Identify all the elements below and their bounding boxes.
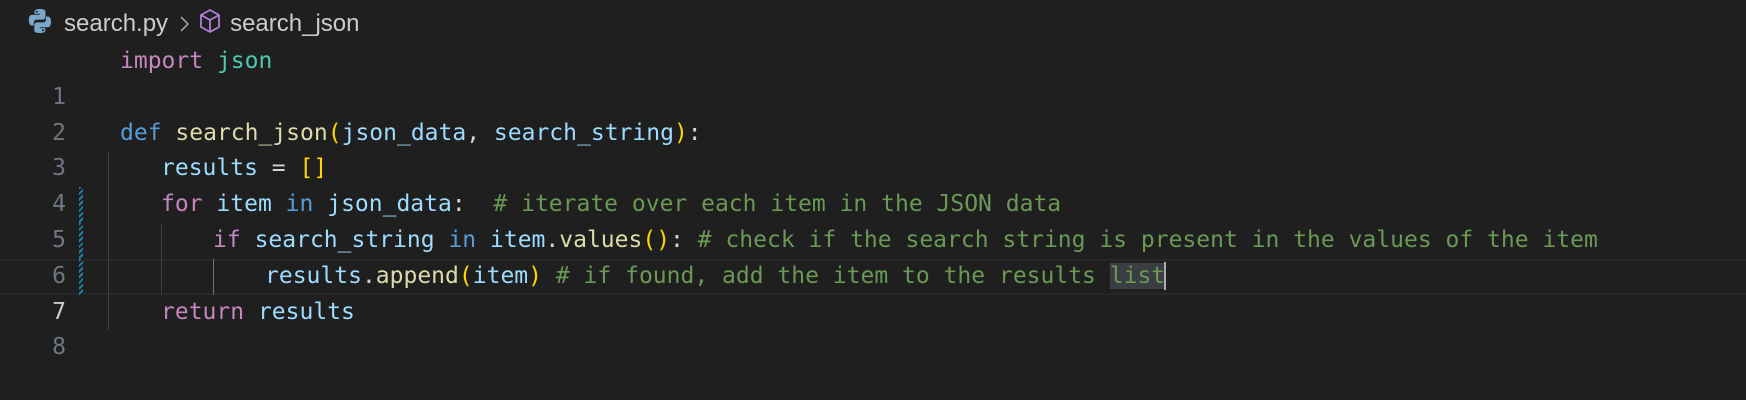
token-comment: # check if the search string is present … <box>697 226 1598 253</box>
token-punct: : <box>451 191 466 218</box>
token-function: search_json <box>175 119 328 146</box>
token-variable: item <box>490 226 546 253</box>
token-variable: search_string <box>254 226 435 253</box>
indent-guide <box>161 222 162 259</box>
token-punct: , <box>466 119 494 146</box>
token-keyword: in <box>448 226 477 253</box>
token-punct: : <box>670 226 684 253</box>
token-function: values <box>559 226 643 253</box>
code-line-current[interactable]: 7 results.append(item) # if found, add t… <box>0 258 1746 325</box>
code-editor[interactable]: search.py search_json 1 import json 2 3 … <box>0 0 1746 400</box>
chevron-right-icon <box>178 14 190 34</box>
token-bracket: ) <box>673 119 688 146</box>
code-line[interactable]: 2 <box>0 80 1746 146</box>
breadcrumb: search.py search_json <box>26 6 359 42</box>
line-content: return results <box>161 295 355 331</box>
token-variable: item <box>216 191 272 218</box>
token-function: append <box>375 262 459 289</box>
code-line[interactable]: 8 return results <box>0 294 1746 360</box>
token-keyword: import <box>120 48 204 74</box>
code-line[interactable]: 6 if search_string in item.values(): # c… <box>0 222 1746 289</box>
token-variable: results <box>265 262 362 289</box>
symbol-method-icon <box>198 8 230 41</box>
token-variable: results <box>257 298 355 325</box>
code-line[interactable]: 4 results = [] <box>0 151 1746 217</box>
breadcrumb-file-label: search.py <box>64 10 169 37</box>
modified-line-indicator[interactable] <box>79 258 83 295</box>
indent-guide <box>108 151 109 188</box>
indent-guide <box>108 258 109 295</box>
token-module: json <box>216 48 273 74</box>
text-cursor <box>1164 262 1167 291</box>
token-punct: : <box>687 119 702 146</box>
indent-guide <box>108 222 109 259</box>
modified-line-indicator[interactable] <box>79 187 83 223</box>
breadcrumb-symbol-label: search_json <box>230 10 360 37</box>
token-param: search_string <box>493 119 674 146</box>
code-line[interactable]: 5 for item in json_data: # iterate over … <box>0 187 1746 253</box>
line-number: 8 <box>52 334 66 361</box>
token-bracket: () <box>642 226 671 253</box>
line-content: import json <box>120 44 272 80</box>
token-bracket: ) <box>528 262 542 289</box>
line-content: for item in json_data: # iterate over ea… <box>161 187 1061 223</box>
token-keyword: in <box>285 191 314 218</box>
token-bracket: ( <box>458 262 473 289</box>
breadcrumb-file[interactable]: search.py <box>26 7 168 42</box>
python-icon <box>26 7 64 42</box>
token-bracket: ( <box>327 119 342 146</box>
line-content: results = [] <box>161 151 327 187</box>
token-keyword: for <box>161 191 203 218</box>
token-keyword: if <box>213 226 241 253</box>
indent-guide <box>161 258 162 295</box>
token-variable: item <box>472 262 529 289</box>
modified-line-indicator[interactable] <box>79 222 83 259</box>
token-bracket: [] <box>299 155 328 182</box>
word-highlight: list <box>1109 262 1166 289</box>
line-content: if search_string in item.values(): # che… <box>213 223 1598 259</box>
breadcrumb-symbol[interactable]: search_json <box>198 8 359 41</box>
code-line[interactable]: 3 def search_json(json_data, search_stri… <box>0 116 1746 182</box>
token-keyword: return <box>161 298 245 325</box>
token-param: json_data <box>341 119 467 146</box>
code-area[interactable]: 1 import json 2 3 def search_json(json_d… <box>0 44 1746 360</box>
token-variable: json_data <box>327 191 452 218</box>
token-variable: results <box>161 155 258 182</box>
indent-guide <box>108 294 109 331</box>
indent-guide <box>108 187 109 223</box>
indent-guide-active <box>213 258 214 295</box>
token-operator: = <box>257 155 300 182</box>
token-punct: . <box>361 262 376 289</box>
token-comment: # iterate over each item in the JSON dat… <box>493 191 1062 218</box>
code-line[interactable]: 1 import json <box>0 44 1746 110</box>
token-comment: # if found, add the item to the results <box>555 262 1110 289</box>
line-content: def search_json(json_data, search_string… <box>120 116 702 152</box>
token-punct: . <box>545 226 560 253</box>
token-keyword: def <box>120 119 162 146</box>
line-content: results.append(item) # if found, add the… <box>265 259 1167 295</box>
